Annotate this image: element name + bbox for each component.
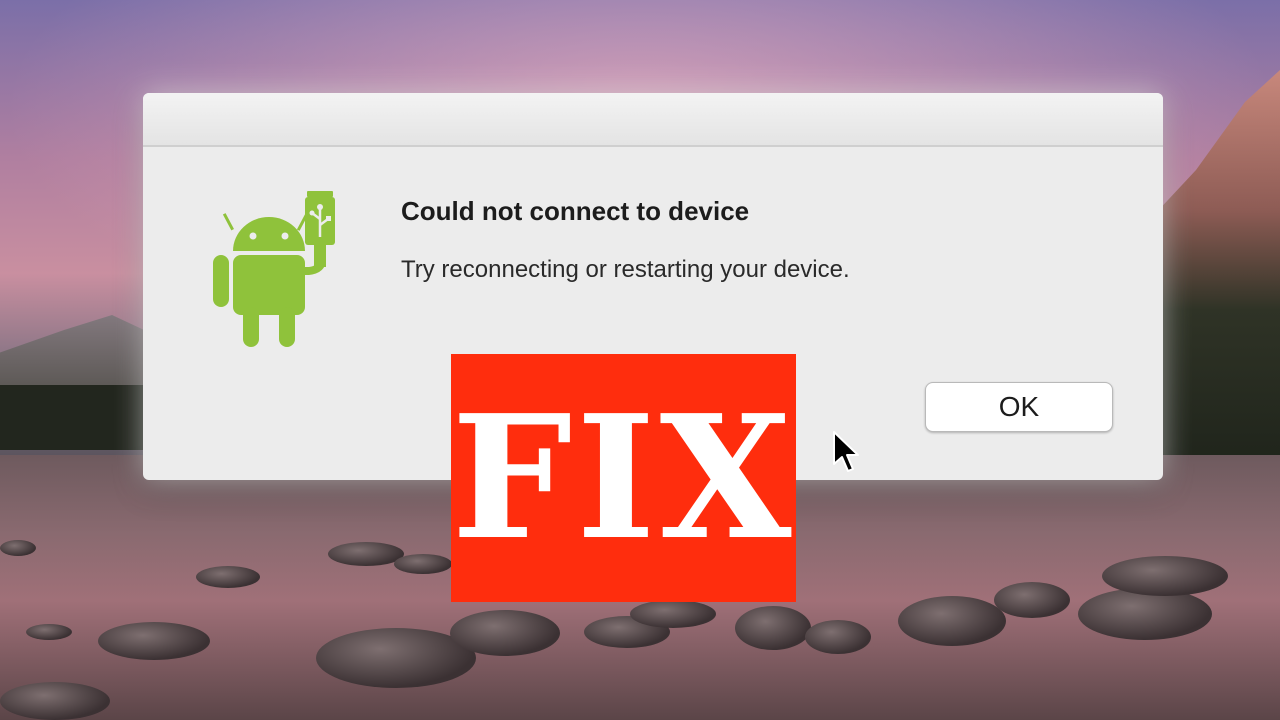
rock (394, 554, 452, 574)
rock (328, 542, 404, 566)
rock (898, 596, 1006, 646)
rock (994, 582, 1070, 618)
rock (630, 600, 716, 628)
rock (196, 566, 260, 588)
rock (26, 624, 72, 640)
dialog-message: Try reconnecting or restarting your devi… (401, 256, 850, 283)
rock (735, 606, 811, 650)
rock (805, 620, 871, 654)
treeline-left (0, 385, 150, 450)
rock (0, 540, 36, 556)
rock (98, 622, 210, 660)
ok-button[interactable]: OK (925, 382, 1113, 432)
rock (1078, 588, 1212, 640)
dialog-titlebar (143, 93, 1163, 147)
mouse-pointer-icon (833, 431, 859, 472)
dialog-title: Could not connect to device (401, 196, 750, 226)
fix-badge: FIX (451, 354, 796, 602)
fix-badge-text: FIX (451, 378, 796, 578)
android-usb-icon (213, 191, 335, 347)
rock (1102, 556, 1228, 596)
rock (0, 682, 110, 720)
rock (450, 610, 560, 656)
